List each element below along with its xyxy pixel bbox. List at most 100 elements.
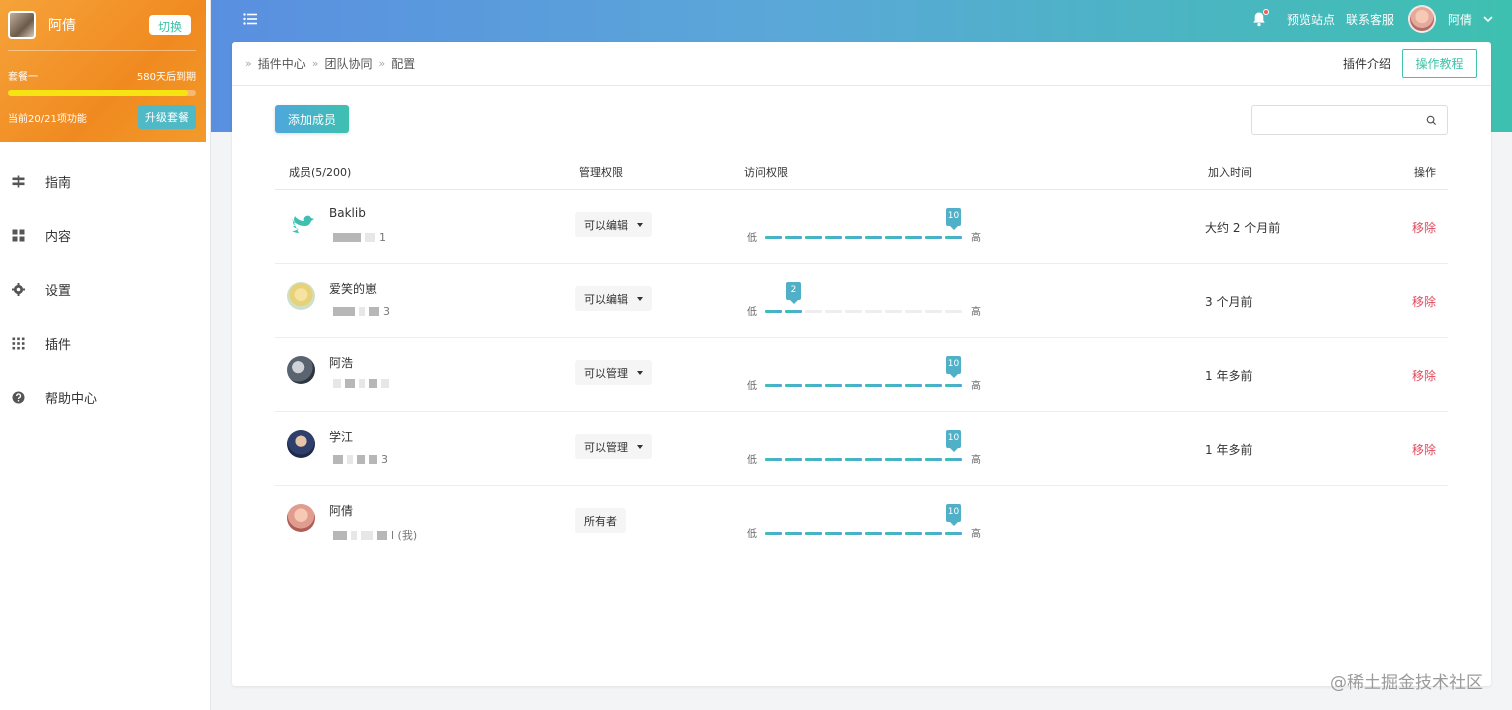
- account-avatar[interactable]: [8, 11, 36, 39]
- sidebar-item-4[interactable]: 帮助中心: [0, 370, 210, 424]
- access-level-handle[interactable]: 10: [946, 356, 961, 378]
- access-level-segment[interactable]: [885, 236, 902, 239]
- search-input[interactable]: [1252, 106, 1426, 134]
- access-level-handle[interactable]: 10: [946, 504, 961, 526]
- access-level-segment[interactable]: [925, 236, 942, 239]
- access-level-segment[interactable]: [925, 384, 942, 387]
- access-level-segment[interactable]: [845, 236, 862, 239]
- access-level-segment[interactable]: [785, 310, 802, 313]
- access-level-segment[interactable]: [865, 532, 882, 535]
- switch-account-button[interactable]: 切换: [148, 15, 191, 35]
- access-level-segment[interactable]: [765, 384, 782, 387]
- access-level-handle[interactable]: 10: [946, 208, 961, 230]
- sidebar-item-3[interactable]: 插件: [0, 316, 210, 370]
- access-level-segment[interactable]: [905, 236, 922, 239]
- role-select[interactable]: 可以管理: [575, 360, 652, 385]
- sidebar-item-2[interactable]: 设置: [0, 262, 210, 316]
- access-level-segment[interactable]: [865, 384, 882, 387]
- member-account-suffix: 3: [381, 453, 388, 466]
- role-select[interactable]: 可以编辑: [575, 212, 652, 237]
- user-name[interactable]: 阿倩: [1448, 11, 1472, 28]
- breadcrumb-item[interactable]: 团队协同: [324, 55, 372, 72]
- access-high-label: 高: [971, 381, 981, 392]
- access-level-segment[interactable]: [845, 458, 862, 461]
- access-level-segment[interactable]: [825, 532, 842, 535]
- access-level-segment[interactable]: [885, 532, 902, 535]
- access-level-segment[interactable]: [805, 310, 822, 313]
- access-level-slider[interactable]: 2 低 高: [747, 282, 987, 322]
- bird-logo-icon: [291, 215, 314, 233]
- access-level-segment[interactable]: [885, 458, 902, 461]
- breadcrumb-separator-icon: »: [378, 57, 386, 70]
- remove-member-button[interactable]: 移除: [1412, 441, 1436, 458]
- search-icon[interactable]: [1426, 115, 1437, 126]
- plan-progress-fill: [8, 90, 189, 96]
- redacted-text: [359, 307, 365, 316]
- role-select[interactable]: 可以编辑: [575, 286, 652, 311]
- remove-member-button[interactable]: 移除: [1412, 219, 1436, 236]
- plugin-intro-link[interactable]: 插件介绍: [1343, 55, 1391, 72]
- user-avatar[interactable]: [1407, 5, 1436, 33]
- access-level-segment[interactable]: [765, 532, 782, 535]
- access-level-segment[interactable]: [925, 310, 942, 313]
- access-level-segment[interactable]: [865, 310, 882, 313]
- access-level-segment[interactable]: [925, 458, 942, 461]
- access-level-segment[interactable]: [945, 458, 962, 461]
- access-level-segment[interactable]: [765, 458, 782, 461]
- access-level-segment[interactable]: [945, 532, 962, 535]
- access-level-segment[interactable]: [805, 458, 822, 461]
- add-member-button[interactable]: 添加成员: [275, 105, 349, 133]
- access-level-segment[interactable]: [825, 458, 842, 461]
- member-account-suffix: 1: [379, 231, 386, 244]
- access-level-segment[interactable]: [885, 310, 902, 313]
- access-level-segment[interactable]: [885, 384, 902, 387]
- access-level-segment[interactable]: [785, 458, 802, 461]
- access-level-slider[interactable]: 10 低 高: [747, 504, 987, 544]
- sidebar-item-0[interactable]: 指南: [0, 154, 210, 208]
- access-level-segment[interactable]: [785, 532, 802, 535]
- access-level-slider[interactable]: 10 低 高: [747, 356, 987, 396]
- access-level-slider[interactable]: 10 低 高: [747, 430, 987, 470]
- redacted-text: [333, 530, 347, 540]
- access-level-segment[interactable]: [765, 236, 782, 239]
- access-high-label: 高: [971, 233, 981, 244]
- access-level-segment[interactable]: [905, 458, 922, 461]
- access-level-segment[interactable]: [845, 310, 862, 313]
- access-level-segment[interactable]: [825, 236, 842, 239]
- menu-toggle-icon[interactable]: [243, 12, 257, 26]
- remove-member-button[interactable]: 移除: [1412, 367, 1436, 384]
- access-level-segment[interactable]: [805, 384, 822, 387]
- access-level-handle[interactable]: 10: [946, 430, 961, 452]
- access-level-segment[interactable]: [805, 236, 822, 239]
- tutorial-button[interactable]: 操作教程: [1402, 49, 1477, 78]
- chevron-down-icon[interactable]: [1482, 13, 1494, 25]
- access-level-segment[interactable]: [905, 310, 922, 313]
- access-level-segment[interactable]: [865, 458, 882, 461]
- access-level-segment[interactable]: [925, 532, 942, 535]
- access-level-segment[interactable]: [785, 236, 802, 239]
- role-select[interactable]: 可以管理: [575, 434, 652, 459]
- access-level-segment[interactable]: [805, 532, 822, 535]
- access-level-slider[interactable]: 10 低 高: [747, 208, 987, 248]
- access-level-segment[interactable]: [945, 236, 962, 239]
- preview-site-link[interactable]: 预览站点: [1287, 11, 1335, 28]
- access-level-segment[interactable]: [825, 310, 842, 313]
- access-level-segment[interactable]: [825, 384, 842, 387]
- contact-support-link[interactable]: 联系客服: [1346, 11, 1394, 28]
- access-level-segment[interactable]: [845, 532, 862, 535]
- access-level-segment[interactable]: [905, 384, 922, 387]
- breadcrumb-item[interactable]: 插件中心: [258, 55, 306, 72]
- remove-member-button[interactable]: 移除: [1412, 293, 1436, 310]
- access-level-handle[interactable]: 2: [786, 282, 801, 304]
- access-level-segment[interactable]: [905, 532, 922, 535]
- sidebar-item-1[interactable]: 内容: [0, 208, 210, 262]
- notification-bell-icon[interactable]: [1251, 9, 1269, 27]
- access-level-segment[interactable]: [845, 384, 862, 387]
- access-level-segment[interactable]: [945, 310, 962, 313]
- upgrade-plan-button[interactable]: 升级套餐: [138, 105, 196, 129]
- access-level-segment[interactable]: [945, 384, 962, 387]
- member-account-suffix: l (我): [391, 529, 418, 542]
- access-level-segment[interactable]: [865, 236, 882, 239]
- access-level-segment[interactable]: [785, 384, 802, 387]
- access-level-segment[interactable]: [765, 310, 782, 313]
